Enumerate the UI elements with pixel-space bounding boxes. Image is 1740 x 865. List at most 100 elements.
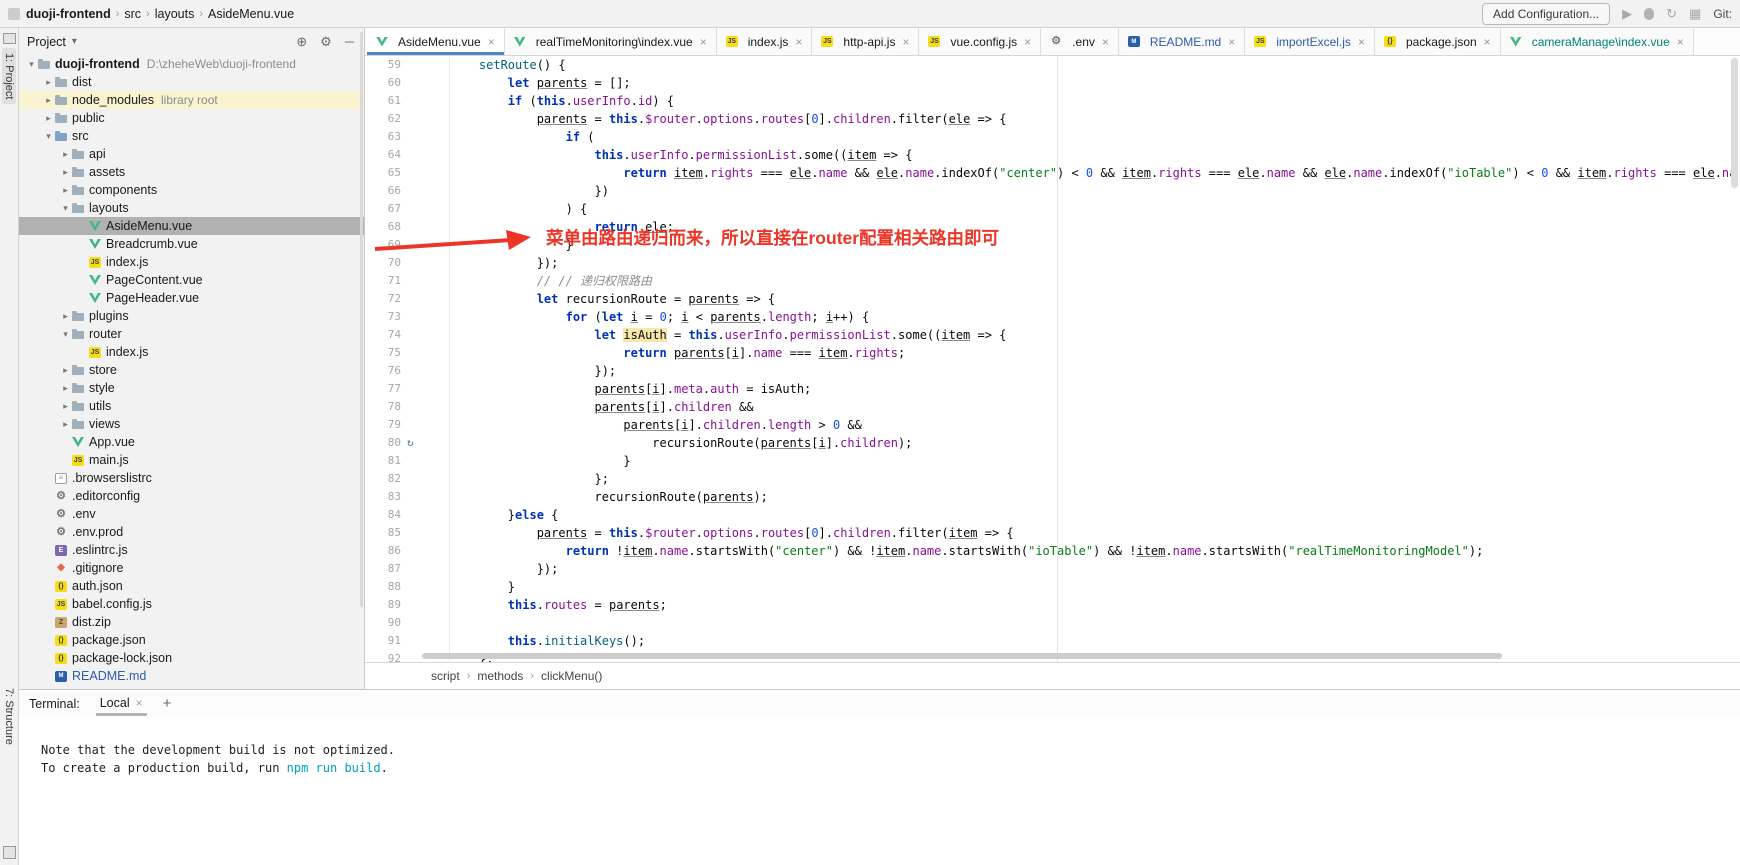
editor-tab-package.json[interactable]: {}package.json× — [1375, 28, 1501, 55]
line-number[interactable]: 72 — [365, 290, 401, 308]
chevron-right-icon[interactable]: ▸ — [42, 77, 55, 88]
line-number[interactable]: 89 — [365, 596, 401, 614]
line-number[interactable]: 82 — [365, 470, 401, 488]
tree-item-PageContent.vue[interactable]: PageContent.vue — [19, 271, 364, 289]
code-line[interactable]: 66}) — [365, 182, 1740, 200]
code-line[interactable]: 89this.routes = parents; — [365, 596, 1740, 614]
close-icon[interactable]: × — [902, 35, 909, 49]
line-number[interactable]: 78 — [365, 398, 401, 416]
chevron-right-icon[interactable]: ▸ — [59, 419, 72, 430]
chevron-right-icon[interactable]: ▸ — [59, 149, 72, 160]
tree-item-node_modules[interactable]: ▸node_moduleslibrary root — [19, 91, 364, 109]
add-configuration-button[interactable]: Add Configuration... — [1482, 3, 1610, 25]
tree-scrollbar[interactable] — [360, 32, 363, 607]
tree-item-.gitignore[interactable]: ◆.gitignore — [19, 559, 364, 577]
line-number[interactable]: 71 — [365, 272, 401, 290]
code-line[interactable]: 77parents[i].meta.auth = isAuth; — [365, 380, 1740, 398]
code-line[interactable]: 70}); — [365, 254, 1740, 272]
code-line[interactable]: 69} — [365, 236, 1740, 254]
tree-item-.browserslistrc[interactable]: ≡.browserslistrc — [19, 469, 364, 487]
code-line[interactable]: 59setRoute() { — [365, 56, 1740, 74]
settings-gear-icon[interactable]: ⚙ — [320, 34, 332, 50]
code-line[interactable]: 84}else { — [365, 506, 1740, 524]
close-icon[interactable]: × — [136, 696, 143, 710]
chevron-right-icon[interactable]: ▸ — [42, 113, 55, 124]
breadcrumb-item[interactable]: clickMenu() — [541, 669, 602, 683]
editor-tab-README.md[interactable]: MREADME.md× — [1119, 28, 1245, 55]
grid-icon[interactable]: ▦ — [1689, 7, 1701, 20]
close-icon[interactable]: × — [795, 35, 802, 49]
line-number[interactable]: 68 — [365, 218, 401, 236]
breadcrumb-item[interactable]: layouts — [155, 7, 195, 21]
tree-item-babel.config.js[interactable]: JSbabel.config.js — [19, 595, 364, 613]
line-number[interactable]: 61 — [365, 92, 401, 110]
code-line[interactable]: 60let parents = []; — [365, 74, 1740, 92]
code-line[interactable]: 83recursionRoute(parents); — [365, 488, 1740, 506]
line-number[interactable]: 85 — [365, 524, 401, 542]
code-line[interactable]: 81} — [365, 452, 1740, 470]
line-number[interactable]: 66 — [365, 182, 401, 200]
code-line[interactable]: 85parents = this.$router.options.routes[… — [365, 524, 1740, 542]
line-number[interactable]: 91 — [365, 632, 401, 650]
chevron-down-icon[interactable]: ▾ — [42, 131, 55, 142]
chevron-down-icon[interactable]: ▾ — [59, 203, 72, 214]
code-line[interactable]: 61if (this.userInfo.id) { — [365, 92, 1740, 110]
code-line[interactable]: 90 — [365, 614, 1740, 632]
project-panel-title[interactable]: Project — [27, 35, 66, 49]
line-number[interactable]: 77 — [365, 380, 401, 398]
tree-item-PageHeader.vue[interactable]: PageHeader.vue — [19, 289, 364, 307]
line-number[interactable]: 64 — [365, 146, 401, 164]
code-line[interactable]: 67) { — [365, 200, 1740, 218]
line-number[interactable]: 83 — [365, 488, 401, 506]
chevron-right-icon[interactable]: ▸ — [42, 95, 55, 106]
breadcrumb-item[interactable]: duoji-frontend — [26, 7, 111, 21]
chevron-right-icon[interactable]: ▸ — [59, 167, 72, 178]
chevron-right-icon[interactable]: ▸ — [59, 311, 72, 322]
hide-panel-icon[interactable]: ─ — [345, 34, 354, 50]
update-project-icon[interactable]: ↻ — [1666, 7, 1677, 20]
close-icon[interactable]: × — [488, 35, 495, 49]
run-icon[interactable]: ▶ — [1622, 7, 1632, 20]
tree-item-store[interactable]: ▸store — [19, 361, 364, 379]
code-line[interactable]: 72let recursionRoute = parents => { — [365, 290, 1740, 308]
favorites-icon[interactable] — [3, 846, 16, 859]
line-number[interactable]: 70 — [365, 254, 401, 272]
breadcrumb-item[interactable]: methods — [477, 669, 523, 683]
tree-item-.env.prod[interactable]: ⚙.env.prod — [19, 523, 364, 541]
tree-item-duoji-frontend[interactable]: ▾duoji-frontendD:\zheheWeb\duoji-fronten… — [19, 55, 364, 73]
vertical-scrollbar[interactable] — [1731, 58, 1738, 188]
line-number[interactable]: 92 — [365, 650, 401, 662]
close-icon[interactable]: × — [1102, 35, 1109, 49]
tree-item-router[interactable]: ▾router — [19, 325, 364, 343]
line-number[interactable]: 62 — [365, 110, 401, 128]
terminal-output[interactable]: Note that the development build is not o… — [19, 717, 1740, 865]
editor-tab-http-api.js[interactable]: JShttp-api.js× — [812, 28, 919, 55]
line-number[interactable]: 69 — [365, 236, 401, 254]
chevron-right-icon[interactable]: ▸ — [59, 185, 72, 196]
line-number[interactable]: 79 — [365, 416, 401, 434]
debug-icon[interactable] — [1644, 8, 1654, 20]
tree-item-package-lock.json[interactable]: {}package-lock.json — [19, 649, 364, 667]
line-number[interactable]: 60 — [365, 74, 401, 92]
editor-tab-importExcel.js[interactable]: JSimportExcel.js× — [1245, 28, 1375, 55]
close-icon[interactable]: × — [1358, 35, 1365, 49]
line-number[interactable]: 81 — [365, 452, 401, 470]
tree-item-.env[interactable]: ⚙.env — [19, 505, 364, 523]
code-line[interactable]: 88} — [365, 578, 1740, 596]
code-editor[interactable]: 59setRoute() {60let parents = [];61if (t… — [365, 56, 1740, 662]
line-number[interactable]: 88 — [365, 578, 401, 596]
code-line[interactable]: 91this.initialKeys(); — [365, 632, 1740, 650]
editor-tab-realTimeMonitoring\index.vue[interactable]: realTimeMonitoring\index.vue× — [505, 28, 717, 55]
line-number[interactable]: 87 — [365, 560, 401, 578]
tree-item-dist.zip[interactable]: Zdist.zip — [19, 613, 364, 631]
line-number[interactable]: 86 — [365, 542, 401, 560]
tree-item-.editorconfig[interactable]: ⚙.editorconfig — [19, 487, 364, 505]
tree-item-App.vue[interactable]: App.vue — [19, 433, 364, 451]
editor-tab-index.js[interactable]: JSindex.js× — [717, 28, 813, 55]
new-terminal-icon[interactable]: + — [163, 695, 172, 712]
editor-tab-AsideMenu.vue[interactable]: AsideMenu.vue× — [367, 28, 505, 55]
tree-item-components[interactable]: ▸components — [19, 181, 364, 199]
line-number[interactable]: 63 — [365, 128, 401, 146]
code-line[interactable]: 74let isAuth = this.userInfo.permissionL… — [365, 326, 1740, 344]
tree-item-index.js[interactable]: JSindex.js — [19, 343, 364, 361]
